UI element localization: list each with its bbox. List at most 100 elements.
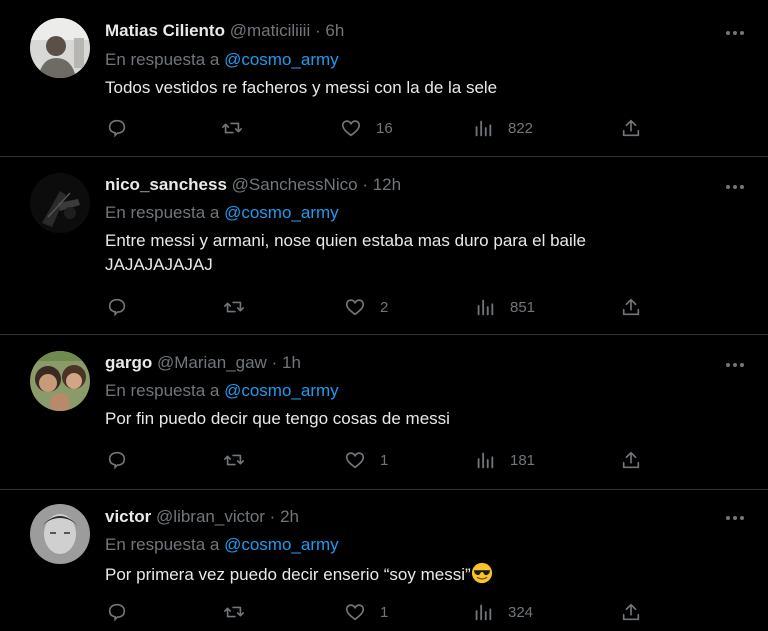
reply-button[interactable] [106, 600, 128, 624]
view-count: 324 [508, 603, 534, 621]
views-button[interactable]: 851 [474, 295, 535, 319]
tweet-header: victor @libran_victor · 2h [105, 506, 299, 528]
display-name[interactable]: gargo [105, 353, 152, 372]
more-icon[interactable] [724, 358, 746, 370]
tweet-text: Por primera vez puedo decir enserio “soy… [105, 562, 705, 587]
reply-prefix: En respuesta a [105, 381, 220, 400]
retweet-icon [224, 301, 244, 313]
reply-prefix: En respuesta a [105, 50, 220, 69]
views-button[interactable]: 324 [472, 600, 533, 624]
user-handle[interactable]: @Marian_gaw [157, 353, 267, 372]
reply-context: En respuesta a @cosmo_army [105, 49, 339, 71]
share-button[interactable] [620, 600, 642, 624]
reply-button[interactable] [106, 448, 128, 472]
reply-mention[interactable]: @cosmo_army [224, 535, 339, 554]
user-handle[interactable]: @SanchessNico [232, 175, 358, 194]
reply-icon [108, 298, 126, 317]
retweet-button[interactable] [222, 448, 246, 472]
retweet-button[interactable] [220, 116, 244, 140]
like-button[interactable]: 2 [344, 295, 388, 319]
tweet-header: nico_sanchess @SanchessNico · 12h [105, 174, 401, 196]
tweet-header: Matias Ciliento @maticiliiii · 6h [105, 20, 344, 42]
timestamp[interactable]: 2h [280, 507, 299, 526]
views-button[interactable]: 181 [474, 448, 535, 472]
views-icon [475, 604, 492, 621]
reply-button[interactable] [106, 116, 128, 140]
tweet-text-line-1: Entre messi y armani, nose quien estaba … [105, 231, 586, 250]
tweet-text-body: Por primera vez puedo decir enserio “soy… [105, 565, 471, 584]
sunglasses-emoji-icon [471, 562, 493, 584]
action-bar: 16 822 [100, 116, 660, 140]
like-count: 16 [376, 119, 393, 137]
timestamp[interactable]: 6h [325, 21, 344, 40]
reply-mention[interactable]: @cosmo_army [224, 50, 339, 69]
like-count: 1 [380, 603, 389, 621]
share-icon [622, 119, 640, 137]
avatar-nico[interactable] [30, 173, 90, 233]
like-button[interactable]: 1 [344, 448, 388, 472]
tweet-header: gargo @Marian_gaw · 1h [105, 352, 301, 374]
separator-dot: · [314, 21, 321, 40]
display-name[interactable]: Matias Ciliento [105, 21, 225, 40]
tweet-text: Todos vestidos re facheros y messi con l… [105, 78, 498, 97]
view-count: 822 [508, 119, 534, 137]
more-icon[interactable] [724, 180, 746, 192]
like-count: 2 [380, 298, 389, 316]
user-handle[interactable]: @libran_victor [156, 507, 265, 526]
more-icon[interactable] [724, 511, 746, 523]
reply-prefix: En respuesta a [105, 535, 220, 554]
like-icon [345, 299, 365, 316]
share-button[interactable] [620, 448, 642, 472]
like-count: 1 [380, 451, 389, 469]
share-button[interactable] [620, 116, 642, 140]
like-button[interactable]: 1 [344, 600, 388, 624]
reply-mention[interactable]: @cosmo_army [224, 203, 339, 222]
like-icon [345, 604, 365, 621]
reply-mention[interactable]: @cosmo_army [224, 381, 339, 400]
reply-button[interactable] [106, 295, 128, 319]
avatar-victor[interactable] [30, 504, 90, 564]
more-icon[interactable] [724, 26, 746, 38]
retweet-icon [224, 454, 244, 466]
reply-prefix: En respuesta a [105, 203, 220, 222]
tweet-3[interactable]: gargo @Marian_gaw · 1h En respuesta a @c… [0, 335, 768, 490]
share-icon [622, 451, 640, 469]
reply-context: En respuesta a @cosmo_army [105, 202, 339, 224]
share-button[interactable] [620, 295, 642, 319]
timestamp[interactable]: 1h [282, 353, 301, 372]
action-bar: 1 324 [100, 600, 660, 624]
views-icon [477, 299, 494, 316]
tweet-4[interactable]: victor @libran_victor · 2h En respuesta … [0, 490, 768, 631]
share-icon [622, 603, 640, 621]
like-icon [341, 120, 361, 137]
replies-feed: Matias Ciliento @maticiliiii · 6h En res… [0, 0, 768, 631]
views-icon [477, 452, 494, 469]
action-bar: 2 851 [100, 295, 660, 319]
tweet-text-line-2: JAJAJAJAJAJ [105, 255, 213, 274]
user-handle[interactable]: @maticiliiii [230, 21, 311, 40]
retweet-icon [222, 122, 242, 134]
avatar-matias[interactable] [30, 18, 90, 78]
view-count: 181 [510, 451, 536, 469]
separator-dot: · [271, 353, 278, 372]
views-icon [475, 120, 492, 137]
retweet-button[interactable] [222, 295, 246, 319]
like-button[interactable]: 16 [340, 116, 393, 140]
retweet-button[interactable] [222, 600, 246, 624]
avatar-gargo[interactable] [30, 351, 90, 411]
separator-dot: · [269, 507, 276, 526]
tweet-2[interactable]: nico_sanchess @SanchessNico · 12h En res… [0, 157, 768, 335]
views-button[interactable]: 822 [472, 116, 533, 140]
tweet-text: Entre messi y armani, nose quien estaba … [105, 229, 705, 277]
share-icon [622, 298, 640, 316]
tweet-1[interactable]: Matias Ciliento @maticiliiii · 6h En res… [0, 0, 768, 157]
view-count: 851 [510, 298, 536, 316]
display-name[interactable]: nico_sanchess [105, 175, 227, 194]
display-name[interactable]: victor [105, 507, 151, 526]
reply-icon [108, 451, 126, 470]
like-icon [345, 452, 365, 469]
timestamp[interactable]: 12h [373, 175, 401, 194]
reply-icon [108, 119, 126, 138]
action-bar: 1 181 [100, 448, 660, 472]
retweet-icon [224, 606, 244, 618]
